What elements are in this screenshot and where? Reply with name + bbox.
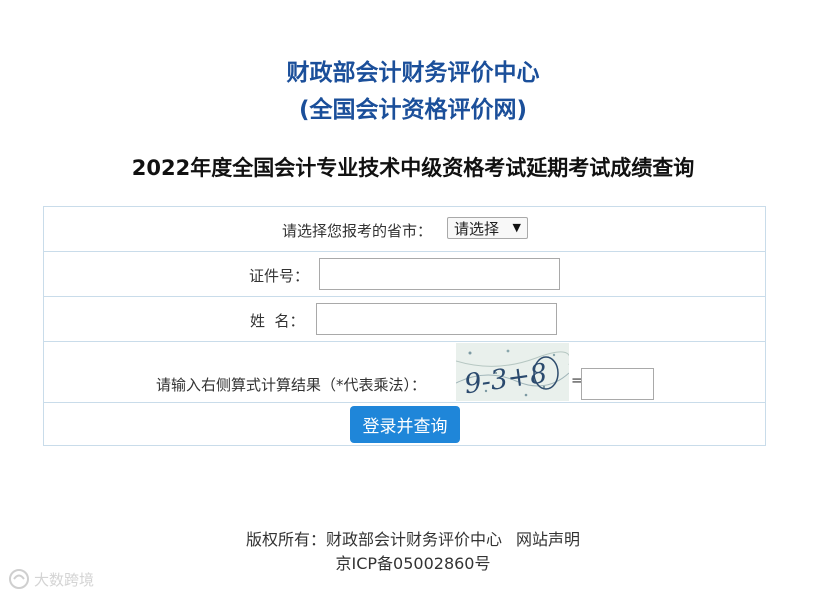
watermark-logo: 大数跨境: [8, 567, 118, 591]
footer-icp: 京ICP备05002860号: [335, 554, 491, 573]
captcha-noise-icon: 9-3+8: [456, 343, 569, 401]
province-row: 请选择您报考的省市： 请选择 ▼: [44, 207, 765, 252]
site-statement-link[interactable]: 网站声明: [516, 530, 580, 549]
id-number-row: 证件号：: [44, 252, 765, 297]
captcha-answer-input[interactable]: [581, 368, 654, 400]
footer-copyright: 版权所有：财政部会计财务评价中心 网站声明: [0, 526, 826, 550]
province-select-value: 请选择: [454, 219, 500, 238]
id-number-input[interactable]: [319, 258, 560, 290]
org-subtitle: (全国会计资格评价网): [298, 97, 528, 123]
name-input[interactable]: [316, 303, 557, 335]
copyright-text: 版权所有：财政部会计财务评价中心: [245, 530, 502, 549]
province-select[interactable]: 请选择 ▼: [447, 217, 528, 239]
org-name-title: 财政部会计财务评价中心: [286, 60, 540, 86]
exam-title: 2022年度全国会计专业技术中级资格考试延期考试成绩查询: [131, 156, 695, 180]
captcha-label: 请输入右侧算式计算结果（*代表乘法）：: [156, 376, 427, 394]
svg-text:大数跨境: 大数跨境: [34, 571, 94, 589]
id-number-label: 证件号：: [249, 267, 310, 285]
name-label: 姓 名：: [250, 312, 305, 330]
captcha-image[interactable]: 9-3+8: [456, 343, 569, 401]
province-label: 请选择您报考的省市：: [282, 222, 433, 240]
page: 财政部会计财务评价中心 (全国会计资格评价网) 2022年度全国会计专业技术中级…: [0, 0, 826, 596]
submit-row: 登录并查询: [44, 403, 765, 447]
query-form: 请选择您报考的省市： 请选择 ▼ 证件号： 姓 名： 请输入右侧算式计算结果（*…: [43, 206, 766, 446]
dropdown-arrow-icon: ▼: [512, 221, 521, 234]
captcha-row: 请输入右侧算式计算结果（*代表乘法）： 9-3+8 =: [44, 342, 765, 403]
name-row: 姓 名：: [44, 297, 765, 342]
login-query-button[interactable]: 登录并查询: [350, 406, 460, 443]
